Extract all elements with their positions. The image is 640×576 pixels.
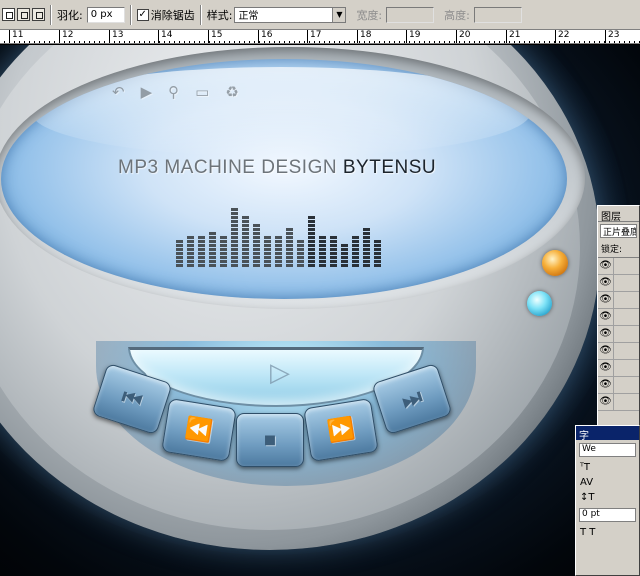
ruler-tick: 19 xyxy=(406,30,420,43)
chevron-down-icon: ▼ xyxy=(332,7,346,22)
ruler-tick: 18 xyxy=(357,30,371,43)
equalizer-bar xyxy=(264,236,271,267)
ruler-tick: 11 xyxy=(9,30,23,43)
layer-row[interactable]: 👁 xyxy=(598,377,639,394)
add-selection-icon[interactable] xyxy=(17,8,30,21)
equalizer-bar xyxy=(231,208,238,267)
ruler-tick: 17 xyxy=(307,30,321,43)
eye-icon[interactable]: 👁 xyxy=(598,360,614,376)
layer-row[interactable]: 👁 xyxy=(598,275,639,292)
equalizer-bar xyxy=(220,236,227,267)
ruler-tick: 22 xyxy=(555,30,569,43)
equalizer-bar xyxy=(297,240,304,267)
feather-input[interactable]: 0 px xyxy=(86,6,125,23)
subtract-selection-icon[interactable] xyxy=(32,8,45,21)
faux-bold-icon: T T xyxy=(580,527,596,538)
layer-row[interactable]: 👁 xyxy=(598,309,639,326)
equalizer-bar xyxy=(187,236,194,267)
eye-icon[interactable]: 👁 xyxy=(598,394,614,410)
horizontal-ruler[interactable]: 11 12 13 14 15 16 17 18 19 20 21 22 23 xyxy=(0,30,640,44)
font-size-icon: ᵀT xyxy=(580,462,590,473)
character-panel: 字 We ᵀT AV ↕T 0 pt T T xyxy=(575,425,640,576)
lock-label: 锁定: xyxy=(598,240,639,258)
equalizer-bar xyxy=(209,232,216,267)
ruler-tick: 16 xyxy=(258,30,272,43)
equalizer-bar xyxy=(363,228,370,267)
tracking-input[interactable]: 0 pt xyxy=(579,508,636,522)
forward-icon: ⏩ xyxy=(325,415,357,445)
layer-row[interactable]: 👁 xyxy=(598,360,639,377)
layer-row[interactable]: 👁 xyxy=(598,326,639,343)
equalizer-bar xyxy=(308,216,315,267)
eye-icon[interactable]: 👁 xyxy=(598,326,614,342)
ruler-tick: 12 xyxy=(59,30,73,43)
layer-row[interactable]: 👁 xyxy=(598,292,639,309)
tab-character[interactable]: 字 xyxy=(576,426,639,442)
feather-label: 羽化: xyxy=(57,8,83,22)
layer-row[interactable]: 👁 xyxy=(598,394,639,411)
tab-layers[interactable]: 图层 xyxy=(598,206,639,223)
eye-icon[interactable]: 👁 xyxy=(598,275,614,291)
equalizer-bar xyxy=(286,228,293,267)
width-label: 宽度: xyxy=(356,8,383,22)
eye-icon[interactable]: 👁 xyxy=(598,309,614,325)
separator xyxy=(50,4,52,25)
equalizer-bar xyxy=(198,236,205,267)
equalizer-bar xyxy=(319,236,326,267)
play-indicator-icon: ▷ xyxy=(270,358,290,388)
orange-button[interactable] xyxy=(542,250,568,276)
document-canvas[interactable]: ↶ ▶ ⚲ ▭ ♻ MP3 MACHINE DESIGN BYTENSU ▷ ⏮… xyxy=(0,45,640,576)
cyan-button[interactable] xyxy=(527,291,552,316)
ruler-tick: 21 xyxy=(506,30,520,43)
style-value: 正常 xyxy=(238,11,259,22)
layer-row[interactable]: 👁 xyxy=(598,343,639,360)
ruler-tick: 23 xyxy=(605,30,619,43)
options-bar: 羽化: 0 px ✓ 消除锯齿 样式: 正常 ▼ 宽度: 高度: xyxy=(0,0,640,30)
ruler-tick: 15 xyxy=(208,30,222,43)
stop-button[interactable]: ⏹ xyxy=(236,413,304,467)
vertical-scale-icon: ↕T xyxy=(580,492,595,503)
ruler-tick: 13 xyxy=(109,30,123,43)
height-label: 高度: xyxy=(444,8,470,22)
equalizer-bar xyxy=(341,244,348,267)
eye-icon[interactable]: 👁 xyxy=(598,377,614,393)
ruler-tick: 14 xyxy=(158,30,172,43)
new-selection-icon[interactable] xyxy=(2,8,15,21)
next-icon: ⏭ xyxy=(398,384,426,414)
kerning-icon: AV xyxy=(580,477,594,488)
blend-mode-select[interactable]: 正片叠底 xyxy=(600,224,637,238)
width-input xyxy=(386,6,435,23)
equalizer-bar xyxy=(275,236,282,267)
stop-icon: ⏹ xyxy=(264,427,276,453)
eye-icon[interactable]: 👁 xyxy=(598,292,614,308)
separator xyxy=(129,4,132,25)
layer-row[interactable]: 👁 xyxy=(598,258,639,275)
rewind-button[interactable]: ⏪ xyxy=(161,398,237,462)
equalizer-bar xyxy=(253,224,260,267)
equalizer-bar xyxy=(176,240,183,267)
equalizer-bar xyxy=(242,216,249,267)
ruler-tick: 20 xyxy=(456,30,470,43)
prev-icon: ⏮ xyxy=(118,384,146,414)
eye-icon[interactable]: 👁 xyxy=(598,343,614,359)
antialias-label: 消除锯齿 xyxy=(150,8,195,22)
font-family-select[interactable]: We xyxy=(579,443,636,457)
forward-button[interactable]: ⏩ xyxy=(303,398,379,462)
separator xyxy=(199,4,202,25)
equalizer-bar xyxy=(352,236,359,267)
style-label: 样式: xyxy=(206,8,233,22)
equalizer-bar xyxy=(330,236,337,267)
style-select[interactable]: 正常 ▼ xyxy=(234,6,347,23)
height-input xyxy=(473,6,522,23)
rewind-icon: ⏪ xyxy=(183,415,215,445)
equalizer-bar xyxy=(374,240,381,267)
eye-icon[interactable]: 👁 xyxy=(598,258,614,274)
antialias-checkbox[interactable]: ✓ xyxy=(136,8,149,21)
